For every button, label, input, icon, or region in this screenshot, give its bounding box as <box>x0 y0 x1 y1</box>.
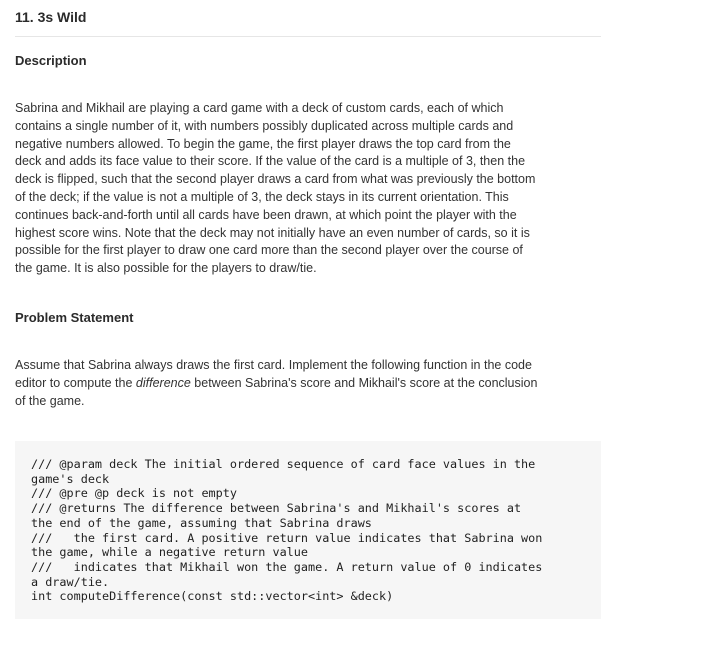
function-signature-code: /// @param deck The initial ordered sequ… <box>31 457 542 604</box>
description-text: Sabrina and Mikhail are playing a card g… <box>15 100 605 278</box>
problem-line-text: between Sabrina's score and Mikhail's sc… <box>190 375 538 390</box>
problem-line-text: editor to compute the <box>15 375 136 390</box>
description-line: of the deck; if the value is not a multi… <box>15 189 509 204</box>
code-line: /// @param deck The initial ordered sequ… <box>31 457 536 471</box>
code-block: /// @param deck The initial ordered sequ… <box>15 441 601 619</box>
description-heading: Description <box>15 53 87 68</box>
code-line: game's deck <box>31 471 110 486</box>
code-line: int computeDifference(const std::vector<… <box>31 589 394 604</box>
problem-statement-text: Assume that Sabrina always draws the fir… <box>15 357 605 410</box>
problem-line: Assume that Sabrina always draws the fir… <box>15 358 532 372</box>
code-line: the end of the game, assuming that Sabri… <box>31 515 372 530</box>
description-line: continues back-and-forth until all cards… <box>15 207 517 222</box>
code-line: /// indicates that Mikhail won the game.… <box>31 559 543 574</box>
code-line: /// @pre @p deck is not empty <box>31 486 237 501</box>
description-line: possible for the first player to draw on… <box>15 243 523 258</box>
description-line: contains a single number of it, with num… <box>15 118 514 133</box>
problem-line: of the game. <box>15 393 85 408</box>
description-line: Sabrina and Mikhail are playing a card g… <box>15 101 504 115</box>
problem-statement-heading: Problem Statement <box>15 310 134 325</box>
description-line: deck and adds its face value to their sc… <box>15 154 526 169</box>
emphasis-difference: difference <box>135 375 191 390</box>
code-line: a draw/tie. <box>31 574 110 589</box>
code-line: /// @returns The difference between Sabr… <box>31 501 522 516</box>
description-line: the game. It is also possible for the pl… <box>15 261 317 276</box>
problem-title: 11. 3s Wild <box>15 9 87 25</box>
description-line: highest score wins. Note that the deck m… <box>15 225 530 240</box>
description-line: negative numbers allowed. To begin the g… <box>15 136 511 151</box>
code-line: /// the first card. A positive return va… <box>31 530 543 545</box>
description-line: deck is flipped, such that the second pl… <box>15 172 536 187</box>
title-divider <box>15 36 601 37</box>
code-line: the game, while a negative return value <box>31 545 308 560</box>
problem-line: editor to compute the difference between… <box>15 375 605 393</box>
